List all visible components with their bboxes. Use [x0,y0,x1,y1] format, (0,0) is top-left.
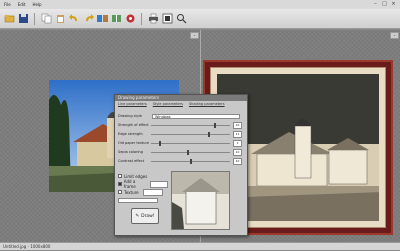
texture-select[interactable] [118,197,158,203]
compare-icon[interactable] [110,13,122,25]
checkbox-row: Texture [118,188,168,196]
dialog-tabs: Line parameters Style parameters Shading… [115,101,247,107]
close-icon[interactable]: × [390,1,397,7]
pane-minimize-icon[interactable]: – [390,32,399,39]
preview-thumbnail [171,171,230,230]
pane-minimize-icon[interactable]: – [190,32,199,39]
texture-checkbox[interactable] [118,190,122,194]
toolbar-separator [141,12,142,25]
maximize-icon[interactable]: □ [381,1,388,7]
tab-shading-parameters[interactable]: Shading parameters [189,102,225,106]
toolbar-separator [34,12,35,25]
drawing-style-label: Drawing style [118,114,143,118]
checkbox-label: Add a frame [123,179,136,189]
checkbox-label: Limit edges [124,173,148,179]
edge-strength-slider[interactable] [151,131,231,137]
before-after-icon[interactable] [96,13,108,25]
limit-edges-checkbox[interactable] [118,174,122,178]
fit-icon[interactable] [161,13,173,25]
slider-label: Old paper texture [118,141,149,145]
toolbar [0,9,400,29]
pencil-icon: ✎ [135,213,140,219]
slider-row: Sepia coloring 10 [118,148,242,156]
slider-label: Edge strength [118,132,143,136]
open-icon[interactable] [3,13,15,25]
slider-row: Contrast effect 10 [118,157,242,165]
drawing-parameters-dialog: Drawing parameters Line parameters Style… [114,94,248,236]
frame-option-input[interactable] [149,180,168,188]
status-bar: Untitled.jpg - 1000x800 [0,242,400,250]
tab-line-parameters[interactable]: Line parameters [118,102,147,106]
save-icon[interactable] [17,13,29,25]
menu-edit[interactable]: Edit [18,2,26,7]
minimize-icon[interactable]: – [372,1,379,7]
draw-button-label: Draw! [141,213,155,219]
slider-knob[interactable] [207,131,210,137]
checkbox-row: Add a frame [118,179,168,189]
copy-icon[interactable] [40,13,52,25]
slider-row: Old paper texture 1 [118,139,242,147]
slider-knob[interactable] [186,149,189,155]
sepia-slider[interactable] [151,149,231,155]
texture-option-input[interactable] [142,188,163,196]
slider-knob[interactable] [190,158,193,164]
drawing-style-select[interactable]: Windows [152,113,240,119]
settings-icon[interactable] [124,13,136,25]
slider-label: Contrast effect [118,159,145,163]
menu-file[interactable]: File [4,2,11,7]
contrast-slider[interactable] [151,158,231,164]
slider-knob[interactable] [213,122,216,128]
tab-style-parameters[interactable]: Style parameters [153,102,183,106]
paste-icon[interactable] [54,13,66,25]
paper-texture-slider[interactable] [151,140,231,146]
checkbox-label: Texture [124,189,139,195]
slider-value[interactable]: 1 [233,139,242,147]
print-icon[interactable] [147,13,159,25]
slider-value[interactable]: 10 [233,148,242,156]
slider-value[interactable]: 11 [233,130,242,138]
slider-label: Strength of effect [118,123,149,127]
slider-value[interactable]: 10 [233,157,242,165]
zoom-icon[interactable] [175,13,187,25]
add-frame-checkbox[interactable] [118,182,122,186]
slider-label: Sepia coloring [118,150,143,154]
drawing-style-row: Drawing style Windows [118,113,242,119]
redo-icon[interactable] [82,13,94,25]
texture-select-row [118,197,168,203]
strength-slider[interactable] [151,122,231,128]
slider-value[interactable]: 10 [233,121,242,129]
menu-help[interactable]: Help [32,2,41,7]
draw-button[interactable]: ✎ Draw! [131,208,159,224]
slider-knob[interactable] [159,140,162,146]
menu-bar: File Edit Help [0,0,400,9]
undo-icon[interactable] [68,13,80,25]
slider-row: Edge strength 11 [118,130,242,138]
slider-row: Strength of effect 10 [118,121,242,129]
